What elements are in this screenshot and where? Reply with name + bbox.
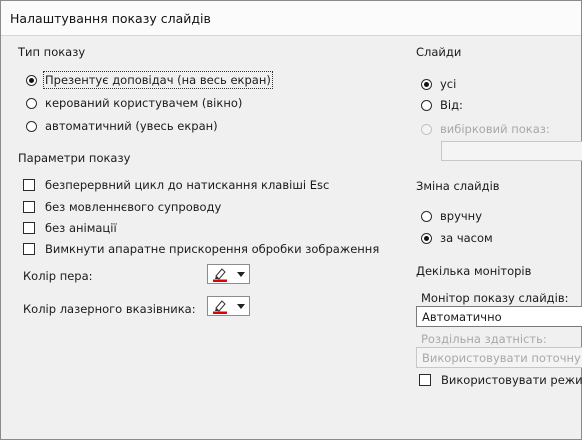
radio-button[interactable] bbox=[26, 74, 37, 86]
checkbox-no-animation-label: без анімації bbox=[45, 221, 117, 235]
radio-all-label: усі bbox=[440, 77, 457, 91]
laser-color-icon bbox=[213, 300, 227, 314]
checkbox-loop-label: безперервний цикл до натискання клавіші … bbox=[45, 178, 330, 192]
checkbox[interactable] bbox=[23, 179, 35, 191]
pen-color-button[interactable] bbox=[207, 264, 250, 284]
radio-timings-label: за часом bbox=[440, 231, 493, 245]
checkbox[interactable] bbox=[419, 374, 431, 386]
checkbox-no-narration[interactable]: без мовленнєвого супроводу bbox=[23, 200, 221, 214]
radio-presenter-label: Презентує доповідач (на весь екран) bbox=[43, 71, 273, 89]
radio-presenter[interactable]: Презентує доповідач (на весь екран) bbox=[26, 71, 273, 89]
radio-from-label: Від: bbox=[440, 98, 463, 112]
pen-color-label: Колір пера: bbox=[23, 269, 93, 283]
radio-from-slide[interactable]: Від: bbox=[421, 98, 463, 112]
laser-color-swatch bbox=[213, 311, 227, 314]
laser-color-label: Колір лазерного вказівника: bbox=[23, 302, 196, 316]
checkbox-no-narration-label: без мовленнєвого супроводу bbox=[45, 200, 222, 214]
radio-manually-label: вручну bbox=[440, 209, 483, 223]
radio-button[interactable] bbox=[421, 232, 432, 244]
checkbox-presenter-label: Використовувати режи bbox=[441, 373, 582, 387]
monitor-label: Монітор показу слайдів: bbox=[421, 291, 569, 305]
pen-color-icon bbox=[213, 268, 227, 282]
checkbox-presenter-view[interactable]: Використовувати режи bbox=[419, 373, 582, 387]
radio-manually[interactable]: вручну bbox=[421, 209, 482, 223]
checkbox[interactable] bbox=[23, 243, 35, 255]
radio-all-slides[interactable]: усі bbox=[421, 77, 456, 91]
radio-button[interactable] bbox=[26, 97, 37, 109]
resolution-dropdown[interactable]: Використовувати поточну bbox=[416, 347, 582, 368]
checkbox-loop[interactable]: безперервний цикл до натискання клавіші … bbox=[23, 178, 329, 192]
checkbox-no-animation[interactable]: без анімації bbox=[23, 221, 117, 235]
slides-heading: Слайди bbox=[416, 45, 462, 59]
slide-show-settings-dialog: Налаштування показу слайдів Тип показу П… bbox=[0, 0, 582, 440]
monitor-dropdown[interactable]: Автоматично bbox=[416, 306, 582, 327]
advance-heading: Зміна слайдів bbox=[416, 179, 500, 193]
radio-custom-label: вибірковий показ: bbox=[440, 122, 550, 136]
radio-custom-show[interactable]: вибірковий показ: bbox=[421, 122, 550, 136]
radio-button[interactable] bbox=[421, 123, 432, 135]
radio-individual[interactable]: керований користувачем (вікно) bbox=[26, 96, 242, 110]
dialog-title: Налаштування показу слайдів bbox=[10, 11, 211, 26]
monitors-heading: Декілька моніторів bbox=[416, 264, 532, 278]
radio-kiosk-label: автоматичний (увесь екран) bbox=[45, 119, 218, 133]
radio-use-timings[interactable]: за часом bbox=[421, 231, 493, 245]
radio-button[interactable] bbox=[421, 210, 432, 222]
chevron-down-icon bbox=[237, 272, 245, 277]
checkbox[interactable] bbox=[23, 201, 35, 213]
pen-color-swatch bbox=[213, 279, 227, 282]
checkbox-disable-hw-label: Вимкнути апаратне прискорення обробки зо… bbox=[45, 242, 380, 256]
custom-show-dropdown[interactable] bbox=[441, 141, 582, 161]
chevron-down-icon bbox=[237, 304, 245, 309]
laser-color-button[interactable] bbox=[207, 296, 250, 316]
radio-individual-label: керований користувачем (вікно) bbox=[45, 96, 243, 110]
resolution-label: Роздільна здатність: bbox=[421, 332, 547, 346]
checkbox-disable-hw-acceleration[interactable]: Вимкнути апаратне прискорення обробки зо… bbox=[23, 242, 379, 256]
show-type-heading: Тип показу bbox=[18, 45, 86, 59]
radio-kiosk[interactable]: автоматичний (увесь екран) bbox=[26, 119, 218, 133]
radio-button[interactable] bbox=[421, 99, 432, 111]
checkbox[interactable] bbox=[23, 222, 35, 234]
radio-button[interactable] bbox=[26, 120, 37, 132]
show-options-heading: Параметри показу bbox=[18, 151, 131, 165]
radio-button[interactable] bbox=[421, 78, 432, 90]
title-bar: Налаштування показу слайдів bbox=[1, 1, 581, 36]
